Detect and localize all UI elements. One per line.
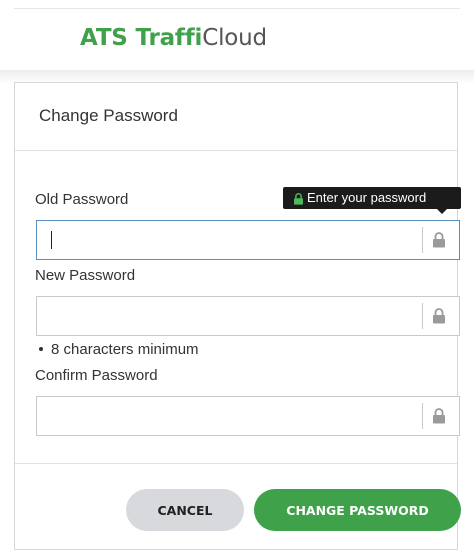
text-caret: [51, 231, 52, 249]
old-password-field[interactable]: [36, 220, 460, 260]
lock-icon: [433, 408, 445, 424]
old-password-label: Old Password: [35, 191, 129, 208]
password-hint-text: 8 characters minimum: [51, 341, 199, 358]
lock-icon: [433, 232, 445, 248]
confirm-password-input[interactable]: [37, 397, 417, 435]
change-password-dialog: Change Password Old Password New Passwor…: [14, 82, 461, 550]
confirm-password-label: Confirm Password: [35, 367, 158, 384]
tooltip-text: Enter your password: [307, 190, 427, 205]
new-password-input[interactable]: [37, 297, 417, 335]
password-hint: 8 characters minimum: [36, 341, 199, 358]
new-password-label: New Password: [35, 267, 136, 284]
brand-logo: ATS TraffiCloud: [80, 25, 267, 51]
dialog-title: Change Password: [39, 106, 178, 125]
dialog-header: Change Password: [15, 83, 457, 151]
field-separator: [422, 227, 423, 253]
confirm-password-field[interactable]: [36, 396, 460, 436]
lock-icon: [433, 308, 445, 324]
new-password-field[interactable]: [36, 296, 460, 336]
bullet-icon: [39, 347, 43, 351]
footer-divider: [15, 463, 457, 464]
change-password-button[interactable]: CHANGE PASSWORD: [254, 489, 461, 531]
old-password-input[interactable]: [37, 221, 417, 259]
top-divider: [14, 8, 460, 9]
cancel-button[interactable]: CANCEL: [126, 489, 244, 531]
field-separator: [422, 303, 423, 329]
field-separator: [422, 403, 423, 429]
tooltip-arrow: [437, 209, 447, 214]
brand-name-part1: ATS Traffi: [80, 25, 203, 51]
brand-name-part2: Cloud: [202, 25, 267, 51]
lock-icon: [294, 192, 303, 205]
password-tooltip: Enter your password: [283, 187, 461, 214]
